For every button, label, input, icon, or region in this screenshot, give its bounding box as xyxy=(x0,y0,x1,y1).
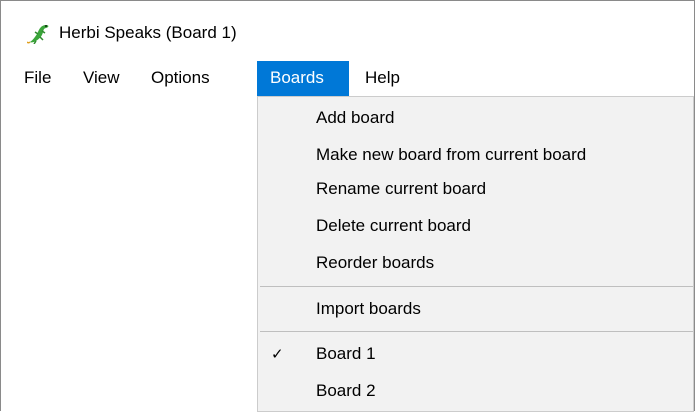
app-window: Herbi Speaks (Board 1) File View Options… xyxy=(0,0,695,412)
menu-item-label: Make new board from current board xyxy=(316,145,587,164)
menu-options[interactable]: Options xyxy=(142,61,219,96)
menu-item-label: Import boards xyxy=(316,299,421,318)
menu-item-label: Delete current board xyxy=(316,216,471,235)
menu-view[interactable]: View xyxy=(74,61,129,96)
window-title: Herbi Speaks (Board 1) xyxy=(59,23,237,42)
menu-item-reorder-boards[interactable]: Reorder boards xyxy=(258,245,693,281)
menu-help[interactable]: Help xyxy=(356,61,409,96)
menu-separator xyxy=(260,286,693,287)
title-bar: Herbi Speaks (Board 1) xyxy=(1,1,694,61)
menu-item-board-2[interactable]: Board 2 xyxy=(258,373,693,409)
menu-item-delete-board[interactable]: Delete current board xyxy=(258,208,693,244)
menu-bar: File View Options Boards Help xyxy=(1,61,694,96)
menu-file[interactable]: File xyxy=(15,61,60,96)
menu-item-label: Board 1 xyxy=(316,344,376,363)
menu-item-import-boards[interactable]: Import boards xyxy=(258,291,693,327)
menu-item-label: Board 2 xyxy=(316,381,376,400)
boards-dropdown-menu: Add board Make new board from current bo… xyxy=(257,96,694,412)
checkmark-icon: ✓ xyxy=(271,345,284,363)
menu-item-label: Rename current board xyxy=(316,179,487,198)
menu-item-label: Reorder boards xyxy=(316,253,435,272)
menu-item-make-new-board[interactable]: Make new board from current board xyxy=(258,137,693,173)
menu-item-add-board[interactable]: Add board xyxy=(258,100,693,136)
menu-item-board-1[interactable]: ✓ Board 1 xyxy=(258,336,693,372)
herbi-lizard-icon xyxy=(26,22,51,45)
menu-item-rename-board[interactable]: Rename current board xyxy=(258,171,693,207)
menu-boards[interactable]: Boards xyxy=(257,61,349,96)
menu-item-label: Add board xyxy=(316,108,395,127)
menu-separator xyxy=(260,331,693,332)
